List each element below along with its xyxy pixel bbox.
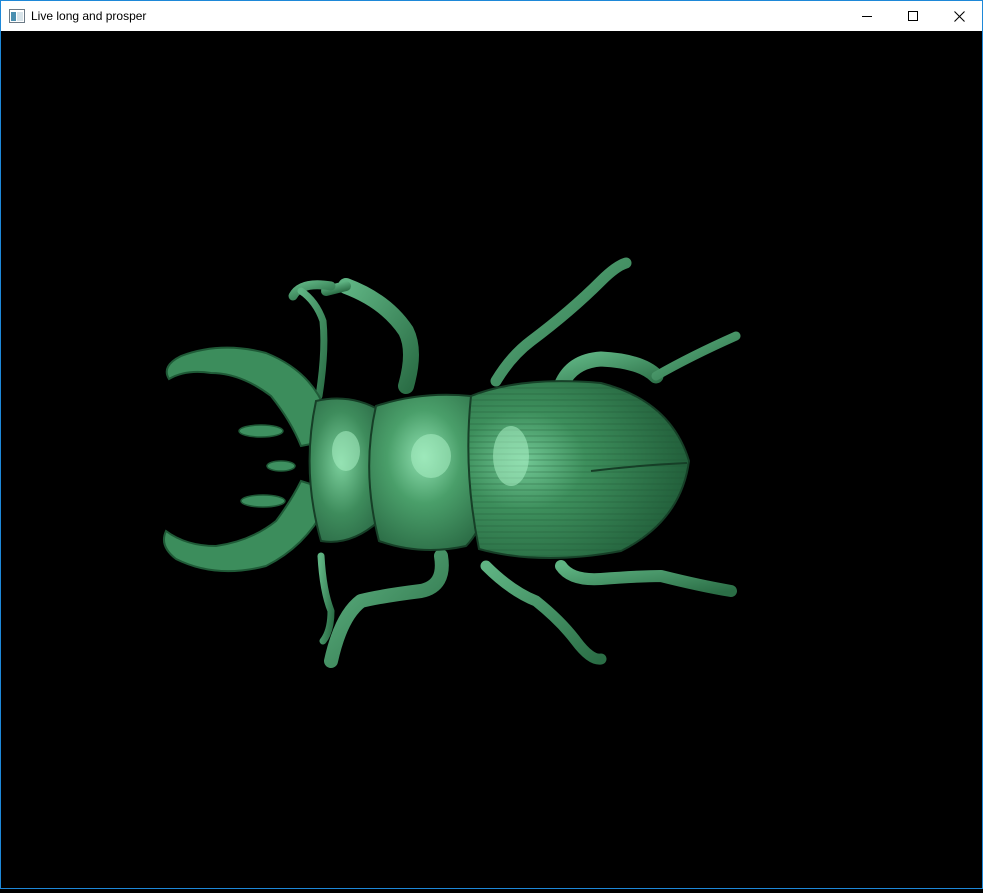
maximize-button[interactable] <box>890 1 936 31</box>
app-icon <box>9 9 25 23</box>
window-title: Live long and prosper <box>31 9 147 23</box>
maximize-icon <box>908 11 918 21</box>
title-bar[interactable]: Live long and prosper <box>1 1 982 31</box>
beetle-mouthparts <box>238 424 296 508</box>
beetle-mandibles <box>163 346 327 573</box>
beetle-render <box>163 257 741 668</box>
app-window: Live long and prosper <box>0 0 983 889</box>
close-icon <box>953 10 965 22</box>
render-viewport[interactable] <box>1 31 982 888</box>
close-button[interactable] <box>936 1 982 31</box>
minimize-icon <box>862 16 872 17</box>
window-controls <box>844 1 982 31</box>
minimize-button[interactable] <box>844 1 890 31</box>
